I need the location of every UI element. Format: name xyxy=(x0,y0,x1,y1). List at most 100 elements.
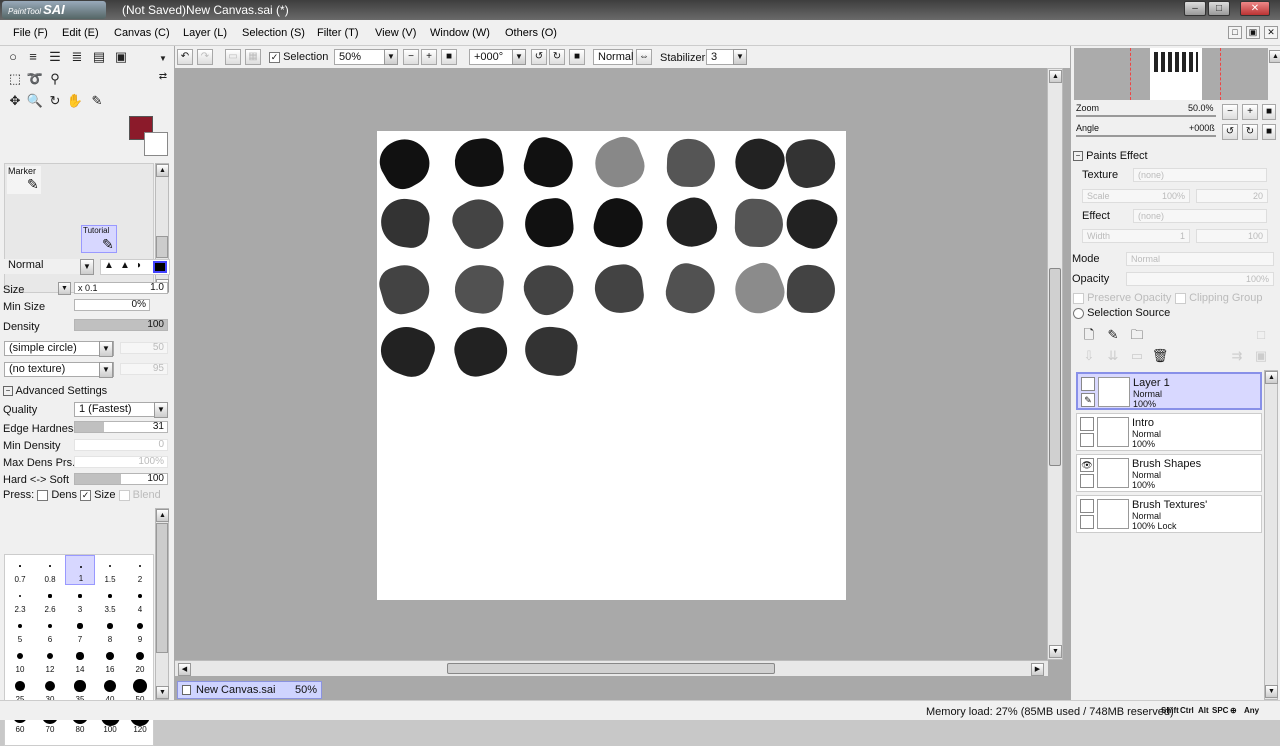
brush-shape-select[interactable]: (simple circle) xyxy=(4,341,114,356)
layer-row[interactable]: 👁 Brush Shapes Normal 100% xyxy=(1076,454,1262,492)
size-slider[interactable]: x 0.1 1.0 xyxy=(74,282,168,294)
size-mult-dropdown-icon[interactable]: ▼ xyxy=(58,282,71,295)
scroll-up-icon[interactable]: ▲ xyxy=(156,164,169,177)
redo-icon[interactable]: ↷ xyxy=(197,49,213,65)
dens-checkbox[interactable] xyxy=(37,489,49,501)
layer-opacity-slider[interactable]: 100% xyxy=(1126,272,1274,286)
nav-rotate-right-icon[interactable]: ↻ xyxy=(1242,124,1258,140)
size-preset-cell[interactable]: 12 xyxy=(35,645,65,675)
layer-mode-select[interactable]: Normal xyxy=(1126,252,1274,266)
size-preset-cell[interactable]: 2 xyxy=(125,555,153,585)
layer-visibility-toggle[interactable] xyxy=(1081,377,1095,391)
nav-zoom-reset-icon[interactable]: ■ xyxy=(1262,104,1276,120)
size-scroll-down-icon[interactable]: ▼ xyxy=(156,686,169,699)
secondary-color-swatch[interactable] xyxy=(144,132,168,156)
layer-row[interactable]: Intro Normal 100% xyxy=(1076,413,1262,451)
undo-icon[interactable]: ↶ xyxy=(177,49,193,65)
selection-toggle[interactable]: ✓ Selection xyxy=(269,51,328,63)
lines-icon[interactable]: ≣ xyxy=(68,48,86,66)
quality-dropdown-icon[interactable]: ▼ xyxy=(154,402,168,418)
grid-icon[interactable]: ▤ xyxy=(90,48,108,66)
size-scroll-thumb[interactable] xyxy=(156,523,168,653)
preserve-opacity-checkbox[interactable] xyxy=(1073,292,1084,304)
zoom-dropdown-icon[interactable]: ▼ xyxy=(384,49,398,65)
bars-icon[interactable]: ☰ xyxy=(46,48,64,66)
flip-icon[interactable]: ⇔ xyxy=(636,49,652,65)
swatch-icon[interactable]: ▣ xyxy=(112,48,130,66)
menu-file[interactable]: File (F) xyxy=(13,27,48,39)
scroll-thumb[interactable] xyxy=(156,236,168,258)
zoom-in-icon[interactable]: + xyxy=(421,49,437,65)
size-preset-cell[interactable]: 9 xyxy=(125,615,153,645)
circle-icon[interactable]: ○ xyxy=(4,48,22,66)
mdi-close-icon[interactable]: ✕ xyxy=(1264,26,1278,39)
layer-scroll-up-icon[interactable]: ▲ xyxy=(1265,371,1278,384)
brush-tip-selector[interactable]: ▲ ▲ ◗ xyxy=(100,259,170,275)
menu-window[interactable]: Window (W) xyxy=(430,27,490,39)
menu-edit[interactable]: Edit (E) xyxy=(62,27,99,39)
size-preset-cell[interactable]: 10 xyxy=(5,645,35,675)
hard-soft-slider[interactable]: 100 xyxy=(74,473,168,485)
blend-checkbox[interactable] xyxy=(118,489,130,501)
size-preset-cell[interactable]: 14 xyxy=(65,645,95,675)
layer-lock-toggle[interactable]: ✎ xyxy=(1081,393,1095,407)
zoom-reset-icon[interactable]: ■ xyxy=(441,49,457,65)
layer-lock-toggle[interactable] xyxy=(1080,515,1094,529)
layer-visibility-toggle[interactable]: 👁 xyxy=(1080,458,1094,472)
size-preset-cell[interactable]: 16 xyxy=(95,645,125,675)
nav-scroll-icon[interactable]: ▲ xyxy=(1269,50,1280,63)
stabilizer-field[interactable]: 3 xyxy=(706,49,734,65)
layer-row[interactable]: Brush Textures' Normal 100% Lock xyxy=(1076,495,1262,533)
blend-mode-field[interactable]: Normal xyxy=(593,49,633,65)
selection-source-option[interactable]: Selection Source xyxy=(1073,307,1170,319)
tool-slot-tutorial[interactable]: Tutorial ✎ xyxy=(81,225,117,253)
layer-panel-option-icon[interactable]: □ xyxy=(1252,326,1270,344)
layer-row[interactable]: ✎ Layer 1 Normal 100% xyxy=(1076,372,1262,410)
density-slider[interactable]: 100 xyxy=(74,319,168,331)
drawing-canvas[interactable] xyxy=(372,130,846,600)
menu-canvas[interactable]: Canvas (C) xyxy=(114,27,170,39)
size-grid-scrollbar[interactable]: ▲ ▼ xyxy=(155,508,169,700)
texture-select[interactable]: (none) xyxy=(1133,168,1267,182)
size-preset-cell[interactable]: 0.8 xyxy=(35,555,65,585)
rotate-reset-icon[interactable]: ■ xyxy=(569,49,585,65)
merge-down-icon[interactable]: ⇊ xyxy=(1104,347,1122,365)
nav-rotate-left-icon[interactable]: ↺ xyxy=(1222,124,1238,140)
move-icon[interactable]: ✥ xyxy=(6,92,24,110)
flat-tip-icon[interactable] xyxy=(153,261,167,273)
layer-visibility-toggle[interactable] xyxy=(1080,499,1094,513)
nav-zoom-in-icon[interactable]: + xyxy=(1242,104,1258,120)
min-size-slider[interactable]: 0% xyxy=(74,299,150,311)
menu-selection[interactable]: Selection (S) xyxy=(242,27,305,39)
eyedropper-icon[interactable]: ✎ xyxy=(88,92,106,110)
rotation-field[interactable]: +000° xyxy=(469,49,513,65)
panel-dropdown-icon[interactable]: ▼ xyxy=(154,50,172,68)
mdi-restore-icon[interactable]: □ xyxy=(1228,26,1242,39)
medium-tip-icon[interactable]: ▲ xyxy=(120,260,130,271)
scale-field[interactable]: Scale 100% xyxy=(1082,189,1190,203)
canvas-vscroll-thumb[interactable] xyxy=(1049,268,1061,466)
texture-strength[interactable]: 95 xyxy=(120,363,168,375)
menu-filter[interactable]: Filter (T) xyxy=(317,27,359,39)
size-preset-cell[interactable]: 3 xyxy=(65,585,95,615)
document-tab[interactable]: New Canvas.sai 50% xyxy=(177,681,322,699)
width-num-field[interactable]: 100 xyxy=(1196,229,1268,243)
stabilizer-dropdown-icon[interactable]: ▼ xyxy=(733,49,747,65)
paints-effect-collapse-icon[interactable]: − xyxy=(1073,151,1083,162)
zoom-field[interactable]: 50% xyxy=(334,49,386,65)
size-preset-cell[interactable]: 3.5 xyxy=(95,585,125,615)
width-field[interactable]: Width 1 xyxy=(1082,229,1190,243)
swap-colors-icon[interactable]: ⇄ xyxy=(154,68,172,86)
nav-angle-slider[interactable] xyxy=(1076,135,1216,137)
preserve-opacity-option[interactable]: Preserve Opacity xyxy=(1073,292,1171,304)
size-preset-cell[interactable]: 6 xyxy=(35,615,65,645)
sharp-tip-icon[interactable]: ▲ xyxy=(104,260,114,271)
size-preset-cell[interactable]: 8 xyxy=(95,615,125,645)
brush-mode-dropdown-icon[interactable]: ▼ xyxy=(80,259,94,275)
layer-visibility-toggle[interactable] xyxy=(1080,417,1094,431)
new-layer-icon[interactable]: 🗋 xyxy=(1080,326,1098,344)
nav-zoom-slider[interactable] xyxy=(1076,115,1216,117)
new-folder-icon[interactable]: 🗀 xyxy=(1128,326,1146,344)
selection-source-radio[interactable] xyxy=(1073,307,1084,319)
minimize-button[interactable]: – xyxy=(1184,1,1206,16)
